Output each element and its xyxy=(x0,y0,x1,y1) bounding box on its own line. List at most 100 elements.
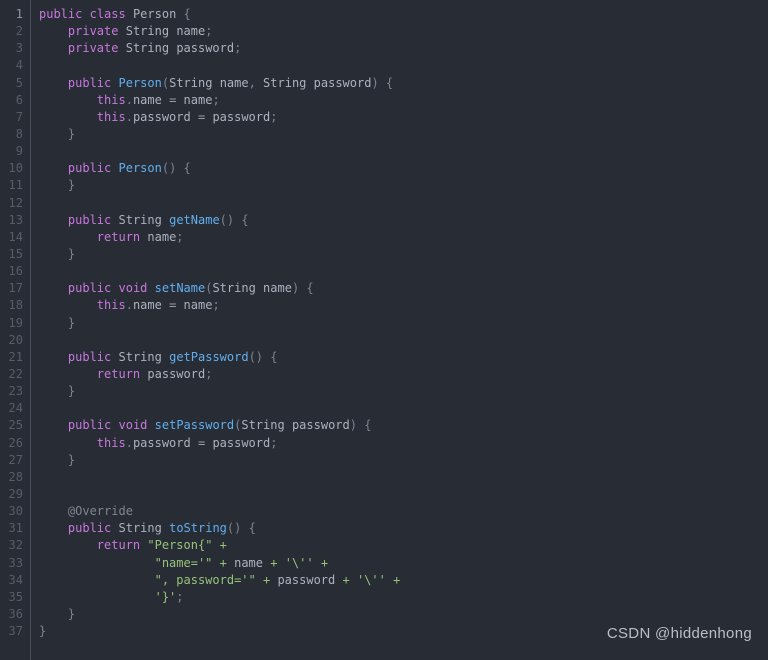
code-line-3[interactable]: private String password; xyxy=(39,40,768,57)
token-punc: { xyxy=(241,212,249,227)
code-line-34[interactable]: ", password='" + password + '\'' + xyxy=(39,572,768,589)
line-number-5[interactable]: 5 xyxy=(0,75,23,92)
code-line-8[interactable]: } xyxy=(39,126,768,143)
token-kw: public xyxy=(67,418,112,433)
code-line-5[interactable]: public Person(String name, String passwo… xyxy=(39,75,768,92)
token-punc: ; xyxy=(234,41,242,56)
line-number-8[interactable]: 8 xyxy=(0,126,23,143)
line-number-31[interactable]: 31 xyxy=(0,520,23,537)
token-kw: void xyxy=(118,281,148,296)
code-line-4[interactable]: ​ xyxy=(39,57,768,74)
code-line-19[interactable]: } xyxy=(39,315,768,332)
code-line-23[interactable]: } xyxy=(39,383,768,400)
line-number-3[interactable]: 3 xyxy=(0,40,23,57)
code-line-26[interactable]: this.password = password; xyxy=(39,435,768,452)
line-number-16[interactable]: 16 xyxy=(0,263,23,280)
line-number-33[interactable]: 33 xyxy=(0,555,23,572)
line-number-4[interactable]: 4 xyxy=(0,57,23,74)
code-line-31[interactable]: public String toString() { xyxy=(39,520,768,537)
token-str: ", password='" xyxy=(154,572,256,587)
line-number-26[interactable]: 26 xyxy=(0,435,23,452)
code-line-18[interactable]: this.name = name; xyxy=(39,297,768,314)
line-number-1[interactable]: 1 xyxy=(0,6,23,23)
line-number-21[interactable]: 21 xyxy=(0,349,23,366)
code-line-20[interactable]: ​ xyxy=(39,332,768,349)
code-line-1[interactable]: public class Person { xyxy=(39,6,768,23)
code-line-27[interactable]: } xyxy=(39,452,768,469)
code-line-37[interactable]: } xyxy=(39,623,768,640)
line-number-19[interactable]: 19 xyxy=(0,315,23,332)
line-number-18[interactable]: 18 xyxy=(0,297,23,314)
code-line-15[interactable]: } xyxy=(39,246,768,263)
line-number-6[interactable]: 6 xyxy=(0,92,23,109)
token-punc: } xyxy=(39,624,47,639)
token-punc: () xyxy=(161,161,177,176)
token-str: + xyxy=(342,572,350,587)
code-line-32[interactable]: return "Person{" + xyxy=(39,537,768,554)
code-line-7[interactable]: this.password = password; xyxy=(39,109,768,126)
line-number-10[interactable]: 10 xyxy=(0,160,23,177)
line-number-gutter[interactable]: 1 2 3 4 5 6 7 8 9 10 11 12 13 14 15 16 17 18 19 20 21 22 23 24 2… xyxy=(0,6,30,640)
line-number-27[interactable]: 27 xyxy=(0,452,23,469)
line-number-14[interactable]: 14 xyxy=(0,229,23,246)
line-number-12[interactable]: 12 xyxy=(0,195,23,212)
code-line-10[interactable]: public Person() { xyxy=(39,160,768,177)
code-line-24[interactable]: ​ xyxy=(39,400,768,417)
line-number-34[interactable]: 34 xyxy=(0,572,23,589)
line-number-29[interactable]: 29 xyxy=(0,486,23,503)
line-number-35[interactable]: 35 xyxy=(0,589,23,606)
line-number-24[interactable]: 24 xyxy=(0,400,23,417)
code-line-6[interactable]: this.name = name; xyxy=(39,92,768,109)
line-number-37[interactable]: 37 xyxy=(0,623,23,640)
token-type: name xyxy=(132,92,162,107)
line-number-11[interactable]: 11 xyxy=(0,177,23,194)
line-number-17[interactable]: 17 xyxy=(0,280,23,297)
token-punc: ; xyxy=(212,298,220,313)
code-content-area[interactable]: public class Person { private String nam… xyxy=(31,6,768,640)
token-type: password xyxy=(212,435,271,450)
code-line-22[interactable]: return password; xyxy=(39,366,768,383)
code-line-14[interactable]: return name; xyxy=(39,229,768,246)
code-line-33[interactable]: "name='" + name + '\'' + xyxy=(39,555,768,572)
line-number-32[interactable]: 32 xyxy=(0,537,23,554)
token-punc: () xyxy=(248,349,264,364)
code-line-13[interactable]: public String getName() { xyxy=(39,212,768,229)
token-punc: ) xyxy=(371,75,379,90)
code-line-16[interactable]: ​ xyxy=(39,263,768,280)
line-number-25[interactable]: 25 xyxy=(0,417,23,434)
code-line-17[interactable]: public void setName(String name) { xyxy=(39,280,768,297)
token-kw: return xyxy=(96,538,141,553)
token-type: String xyxy=(125,41,170,56)
code-line-25[interactable]: public void setPassword(String password)… xyxy=(39,417,768,434)
line-number-30[interactable]: 30 xyxy=(0,503,23,520)
line-number-7[interactable]: 7 xyxy=(0,109,23,126)
token-punc: { xyxy=(183,161,191,176)
code-line-28[interactable]: ​ xyxy=(39,469,768,486)
code-line-35[interactable]: '}'; xyxy=(39,589,768,606)
code-line-36[interactable]: } xyxy=(39,606,768,623)
code-line-29[interactable]: ​ xyxy=(39,486,768,503)
token-kw: private xyxy=(67,24,119,39)
line-number-22[interactable]: 22 xyxy=(0,366,23,383)
line-number-9[interactable]: 9 xyxy=(0,143,23,160)
token-type: String xyxy=(118,521,162,536)
line-number-20[interactable]: 20 xyxy=(0,332,23,349)
line-number-28[interactable]: 28 xyxy=(0,469,23,486)
line-number-13[interactable]: 13 xyxy=(0,212,23,229)
line-number-23[interactable]: 23 xyxy=(0,383,23,400)
code-line-21[interactable]: public String getPassword() { xyxy=(39,349,768,366)
code-line-9[interactable]: ​ xyxy=(39,143,768,160)
token-punc: { xyxy=(183,7,191,21)
line-number-15[interactable]: 15 xyxy=(0,246,23,263)
line-number-2[interactable]: 2 xyxy=(0,23,23,40)
code-line-30[interactable]: @Override xyxy=(39,503,768,520)
code-line-12[interactable]: ​ xyxy=(39,195,768,212)
code-line-11[interactable]: } xyxy=(39,177,768,194)
code-line-2[interactable]: private String name; xyxy=(39,23,768,40)
line-number-36[interactable]: 36 xyxy=(0,606,23,623)
